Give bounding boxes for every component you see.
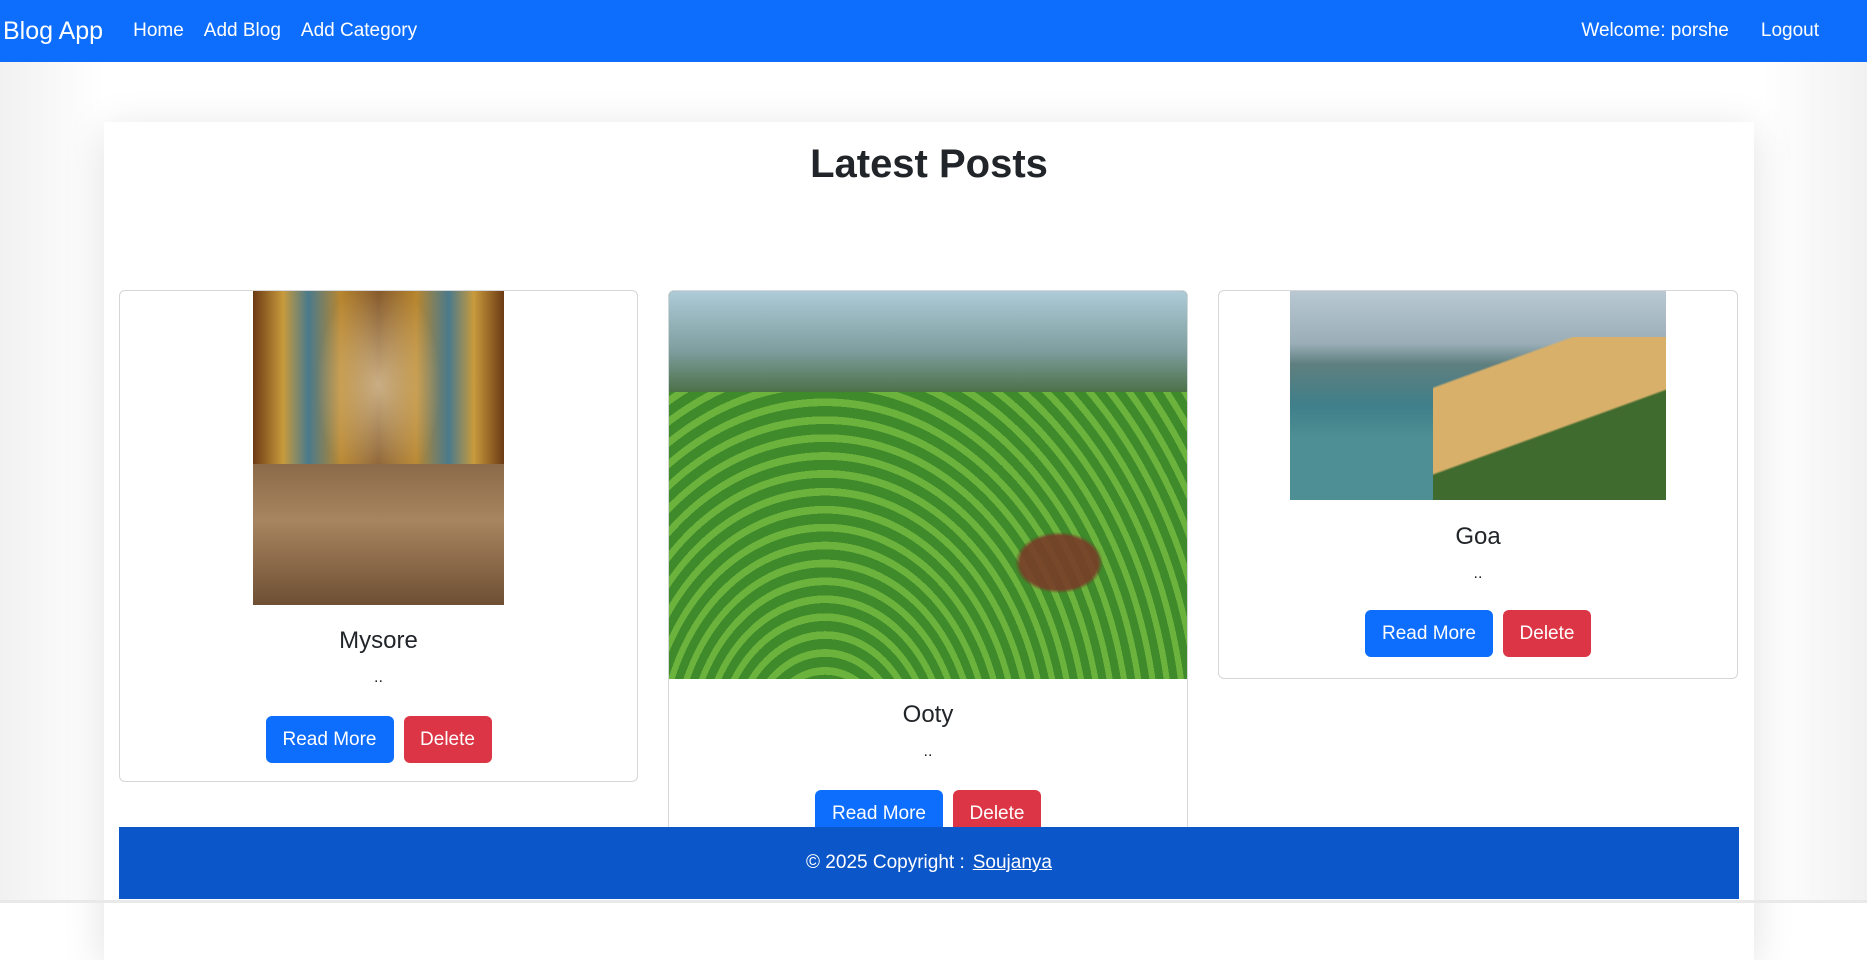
brand-logo[interactable]: Blog App [3, 17, 103, 46]
post-excerpt: .. [1473, 565, 1483, 582]
post-excerpt: .. [923, 743, 933, 760]
top-navbar: Blog App Home Add Blog Add Category Welc… [0, 0, 1867, 62]
welcome-text: Welcome: porshe [1581, 20, 1729, 41]
main-container: Latest Posts Mysore .. Read More Delete … [104, 122, 1754, 960]
logout-link[interactable]: Logout [1761, 20, 1819, 42]
post-actions: Read More Delete [120, 716, 637, 763]
author-link[interactable]: Soujanya [973, 852, 1052, 874]
post-image-mysore [253, 291, 504, 605]
nav-links: Home Add Blog Add Category [133, 20, 417, 42]
read-more-button[interactable]: Read More [265, 716, 394, 763]
nav-add-blog-link[interactable]: Add Blog [204, 20, 281, 42]
nav-home-link[interactable]: Home [133, 20, 184, 42]
post-actions: Read More Delete [1219, 610, 1737, 657]
post-excerpt: .. [374, 669, 383, 686]
nav-user-area: Welcome: porshe Logout [1581, 20, 1819, 42]
page-background: Latest Posts Mysore .. Read More Delete … [0, 62, 1867, 960]
post-card-mysore: Mysore .. Read More Delete [119, 290, 638, 782]
read-more-button[interactable]: Read More [1365, 610, 1493, 657]
post-image-ooty [669, 291, 1187, 679]
copyright-text: © 2025 Copyright : [806, 852, 965, 873]
delete-button[interactable]: Delete [403, 716, 492, 763]
post-image-goa [1290, 291, 1666, 501]
page-title: Latest Posts [810, 142, 1048, 186]
post-title: Ooty [902, 701, 954, 728]
nav-add-category-link[interactable]: Add Category [301, 20, 417, 42]
page-footer: © 2025 Copyright : Soujanya [119, 827, 1739, 899]
delete-button[interactable]: Delete [1503, 610, 1591, 657]
post-title: Goa [1455, 523, 1501, 550]
post-card-goa: Goa .. Read More Delete [1218, 290, 1738, 679]
post-title: Mysore [339, 627, 418, 654]
post-card-ooty: Ooty .. Read More Delete [668, 290, 1188, 857]
